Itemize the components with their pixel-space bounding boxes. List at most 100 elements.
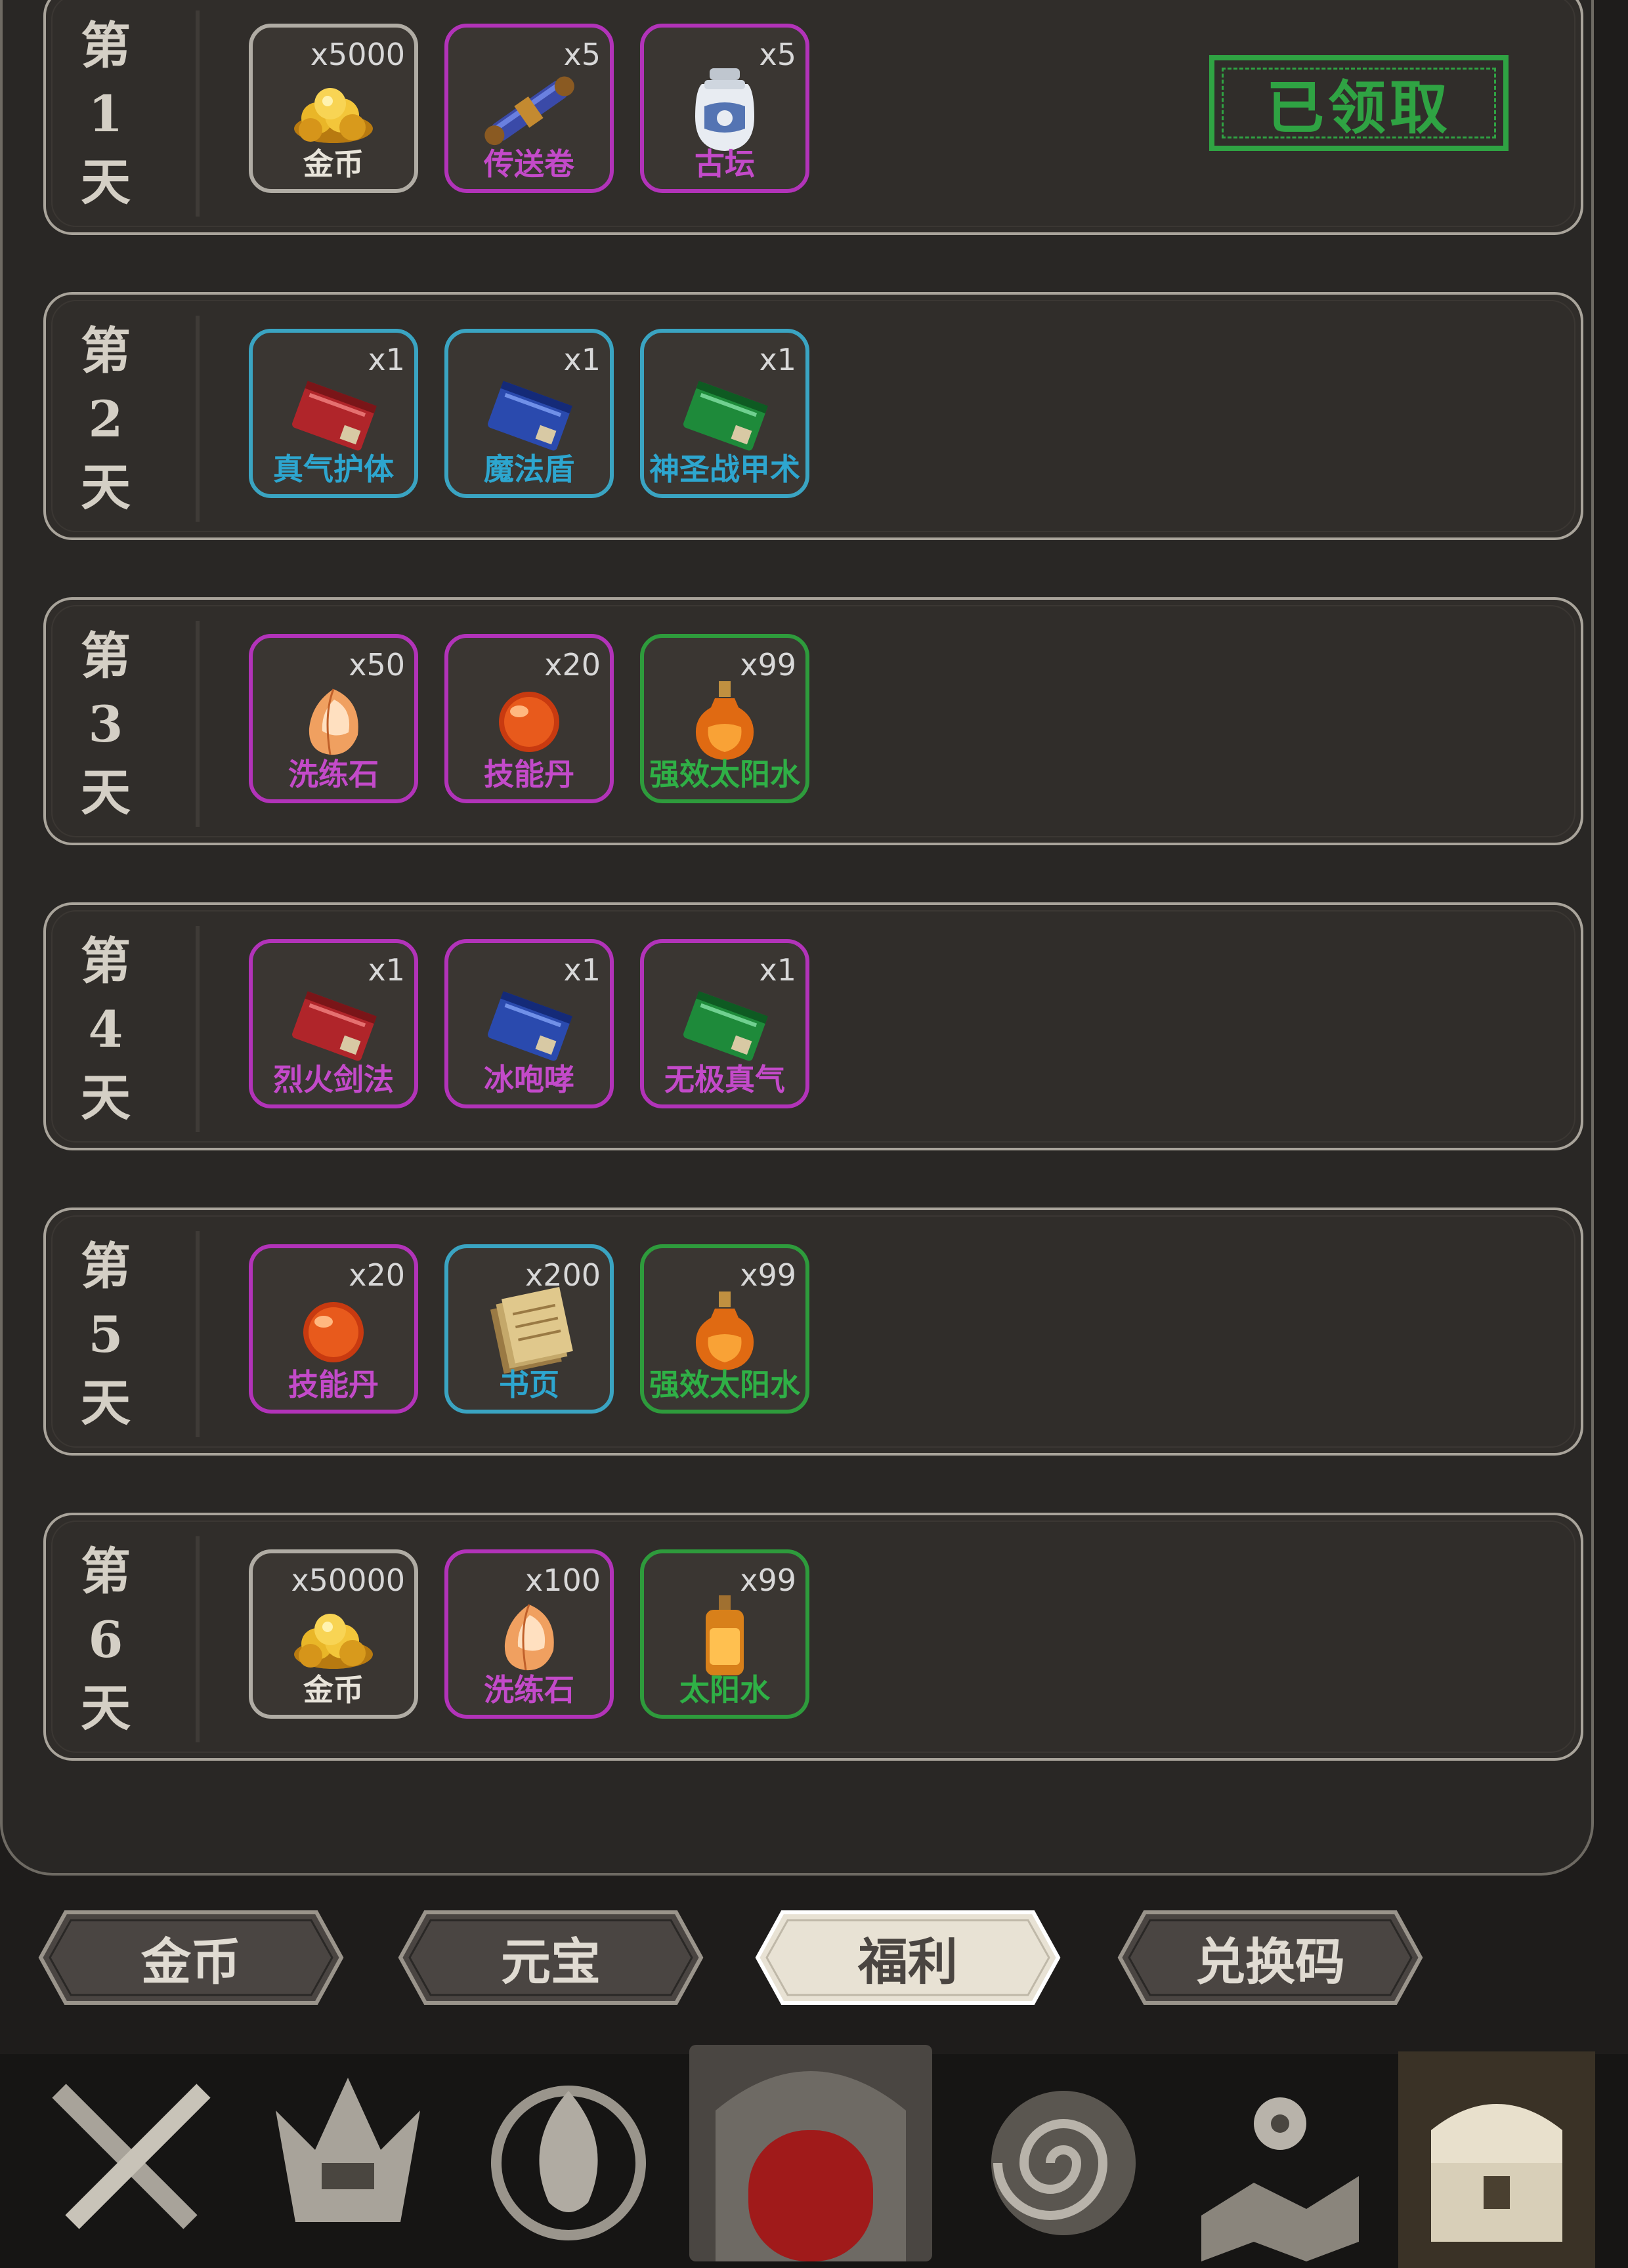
map-pin-icon[interactable] (1182, 2051, 1379, 2268)
day-label-char: 3 (88, 695, 123, 753)
day-label-char: 天 (81, 153, 131, 211)
tab-label: 福利 (858, 1933, 958, 1991)
day-label-char: 1 (88, 85, 123, 143)
item-name: 金币 (303, 1672, 364, 1708)
day-label-char: 天 (81, 458, 131, 516)
item-name: 洗练石 (288, 757, 379, 792)
day-label: 第 4 天 (70, 931, 142, 1128)
day-label: 第 1 天 (70, 16, 142, 213)
flame-emblem-icon[interactable] (470, 2051, 667, 2268)
item-name: 冰咆哮 (484, 1062, 574, 1097)
treasure-chest-icon[interactable] (1398, 2051, 1595, 2268)
divider (196, 1536, 200, 1742)
item-count: x1 (759, 952, 797, 988)
item-count: x99 (740, 1257, 796, 1293)
tab-label: 金币 (141, 1933, 241, 1991)
day-label-char: 5 (88, 1305, 123, 1364)
item-count: x200 (525, 1257, 601, 1293)
reward-item-slot[interactable]: x20 技能丹 (444, 634, 614, 803)
item-name: 真气护体 (273, 452, 394, 487)
day-reward-row: 第 1 天 x5000 金币 x5 传送卷 x5 古坛 已领取 (43, 0, 1583, 235)
day-label-char: 天 (81, 1068, 131, 1127)
item-name: 书页 (499, 1367, 559, 1402)
item-count: x1 (563, 952, 601, 988)
reward-item-slot[interactable]: x99 强效太阳水 (640, 634, 809, 803)
reward-item-slot[interactable]: x1 真气护体 (249, 329, 418, 498)
day-label-char: 第 (81, 1237, 131, 1295)
item-count: x99 (740, 1563, 796, 1598)
reward-item-slot[interactable]: x1 魔法盾 (444, 329, 614, 498)
reward-item-slot[interactable]: x5 传送卷 (444, 24, 614, 193)
item-count: x1 (759, 342, 797, 377)
item-count: x50 (349, 647, 405, 682)
reward-item-slot[interactable]: x99 太阳水 (640, 1549, 809, 1719)
crossed-swords-icon[interactable] (33, 2051, 230, 2268)
reward-item-slot[interactable]: x20 技能丹 (249, 1244, 418, 1414)
day-label-char: 2 (88, 390, 123, 448)
item-name: 烈火剑法 (273, 1062, 394, 1097)
item-count: x1 (368, 342, 406, 377)
divider (196, 10, 200, 217)
item-count: x5 (759, 37, 797, 72)
tab-ingot[interactable]: 元宝 (396, 1908, 705, 2007)
item-name: 技能丹 (484, 757, 574, 792)
reward-item-slot[interactable]: x200 书页 (444, 1244, 614, 1414)
divider (196, 1231, 200, 1437)
day-label: 第 3 天 (70, 626, 142, 823)
item-name: 传送卷 (484, 146, 574, 182)
day-label-char: 天 (81, 1374, 131, 1432)
day-label-char: 天 (81, 763, 131, 822)
day-label-char: 第 (81, 16, 131, 75)
divider (196, 926, 200, 1132)
day-label-char: 第 (81, 627, 131, 685)
tab-label: 元宝 (501, 1933, 601, 1991)
reward-item-slot[interactable]: x50 洗练石 (249, 634, 418, 803)
day-reward-row: 第 4 天 x1 烈火剑法 x1 冰咆哮 x1 无极真气 (43, 902, 1583, 1150)
item-count: x5000 (310, 37, 405, 72)
reward-item-slot[interactable]: x100 洗练石 (444, 1549, 614, 1719)
day-reward-row: 第 5 天 x20 技能丹 x200 书页 x99 强效太阳水 (43, 1208, 1583, 1456)
tab-gold[interactable]: 金币 (37, 1908, 345, 2007)
item-name: 强效太阳水 (649, 757, 800, 792)
reward-item-slot[interactable]: x1 神圣战甲术 (640, 329, 809, 498)
reward-item-slot[interactable]: x50000 金币 (249, 1549, 418, 1719)
tab-redeem-code[interactable]: 兑换码 (1116, 1908, 1424, 2007)
reward-item-slot[interactable]: x99 强效太阳水 (640, 1244, 809, 1414)
reward-item-slot[interactable]: x1 冰咆哮 (444, 939, 614, 1108)
welfare-screen: 第1天 x5000 金币 x5 传送卷 x5 古坛 已领取第 2 天 x1 真气护体 x1 魔法… (0, 0, 1628, 2268)
day-reward-row: 第 6 天 x50000 金币 x100 洗练石 x99 太阳水 (43, 1513, 1583, 1761)
item-count: x50000 (291, 1563, 405, 1598)
tab-welfare[interactable]: 福利 (754, 1908, 1062, 2007)
day-label-char: 第 (81, 322, 131, 380)
item-name: 神圣战甲术 (649, 452, 800, 487)
day-label-char: 第 (81, 1542, 131, 1601)
crown-helmet-icon[interactable] (249, 2051, 446, 2268)
portal-gate-icon[interactable] (676, 2032, 945, 2268)
item-count: x1 (368, 952, 406, 988)
item-name: 太阳水 (679, 1672, 770, 1708)
day-label-char: 4 (88, 1000, 123, 1059)
day-label-char: 6 (88, 1610, 123, 1669)
item-name: 洗练石 (484, 1672, 574, 1708)
reward-item-slot[interactable]: x1 无极真气 (640, 939, 809, 1108)
item-name: 无极真气 (664, 1062, 785, 1097)
item-count: x20 (349, 1257, 405, 1293)
day-label-char: 天 (81, 1679, 131, 1737)
reward-item-slot[interactable]: x5 古坛 (640, 24, 809, 193)
item-name: 古坛 (695, 146, 755, 182)
item-count: x5 (563, 37, 601, 72)
divider (196, 316, 200, 522)
day-reward-row: 第 3 天 x50 洗练石 x20 技能丹 x99 强效太阳水 (43, 597, 1583, 845)
item-name: 金币 (303, 146, 364, 182)
spiral-icon[interactable] (965, 2051, 1162, 2268)
bottom-nav-bar (0, 2045, 1628, 2268)
day-label: 第 2 天 (70, 321, 142, 518)
item-count: x20 (544, 647, 601, 682)
item-count: x1 (563, 342, 601, 377)
reward-item-slot[interactable]: x1 烈火剑法 (249, 939, 418, 1108)
item-name: 技能丹 (288, 1367, 379, 1402)
day-label: 第 6 天 (70, 1542, 142, 1738)
item-name: 魔法盾 (484, 452, 574, 487)
day-label-char: 第 (81, 932, 131, 990)
reward-item-slot[interactable]: x5000 金币 (249, 24, 418, 193)
